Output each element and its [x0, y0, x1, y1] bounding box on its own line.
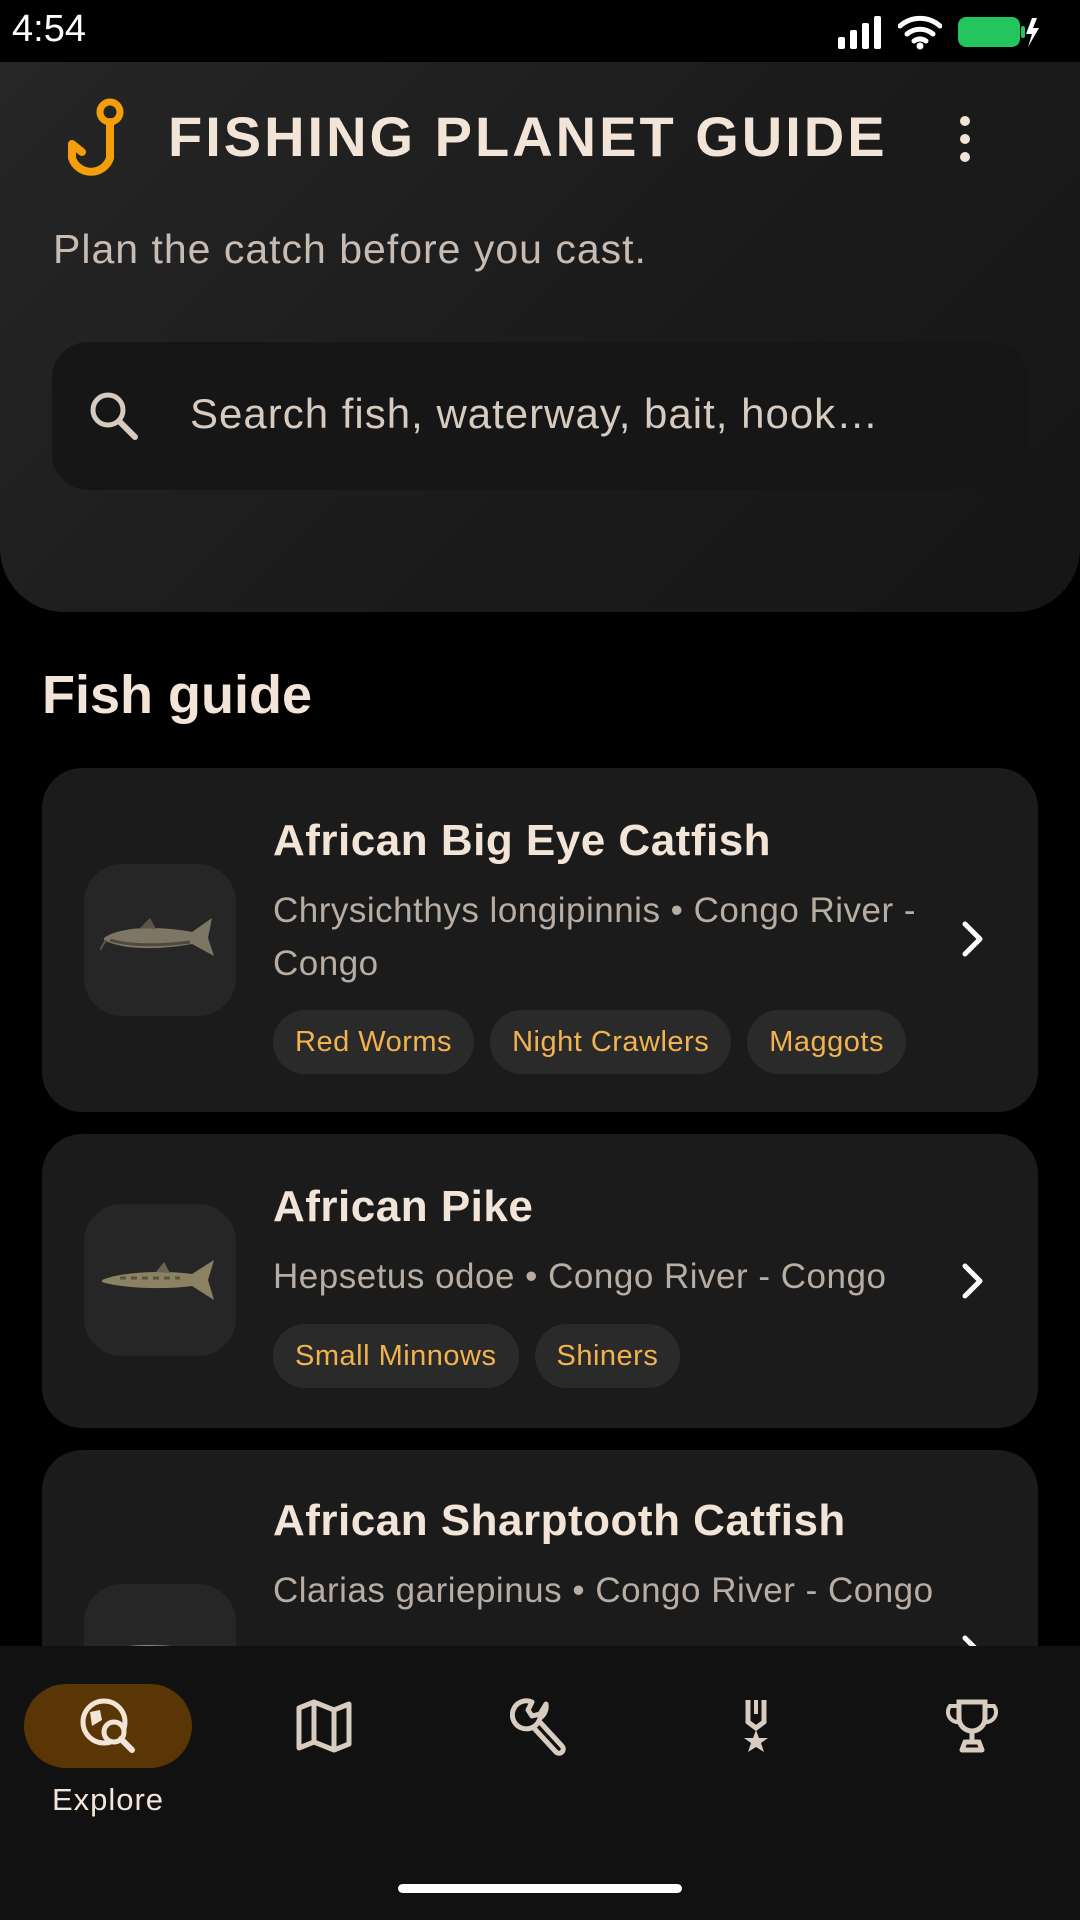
signal-icon: [838, 16, 881, 49]
fish-subtitle: Clarias gariepinus • Congo River - Congo: [273, 1571, 934, 1610]
wrench-icon: [510, 1698, 566, 1756]
fish-subtitle: Hepsetus odoe • Congo River - Congo: [273, 1257, 887, 1296]
medal-icon: [744, 1700, 768, 1752]
tagline: Plan the catch before you cast.: [53, 226, 647, 272]
fish-thumbnail: [84, 864, 236, 1016]
fish-thumbnail: [84, 1204, 236, 1356]
status-time: 4:54: [12, 8, 86, 50]
more-vertical-icon: [960, 116, 970, 126]
fish-card[interactable]: African Big Eye Catfish Chrysichthys lon…: [42, 768, 1038, 1112]
home-indicator[interactable]: [398, 1884, 682, 1893]
fish-name: African Pike: [273, 1182, 534, 1231]
fish-card[interactable]: African Pike Hepsetus odoe • Congo River…: [42, 1134, 1038, 1428]
bait-chip[interactable]: Small Minnows: [273, 1324, 519, 1388]
battery-charging-icon: [958, 17, 1039, 47]
bait-chips: Small Minnows Shiners: [273, 1324, 681, 1388]
search-input[interactable]: [190, 384, 990, 444]
bottom-navigation: Explore: [0, 1646, 1080, 1920]
bait-chip[interactable]: Shiners: [534, 1324, 681, 1388]
pike-image: [102, 1260, 214, 1300]
trophy-icon: [946, 1699, 998, 1753]
search-icon: [90, 392, 138, 440]
chevron-right-icon: [962, 1263, 983, 1299]
status-icons: [836, 12, 1040, 52]
chevron-right-icon: [962, 921, 983, 957]
wifi-icon: [898, 15, 942, 50]
nav-trophies[interactable]: [864, 1646, 1080, 1826]
status-bar: 4:54: [0, 0, 1080, 62]
catfish-image: [100, 918, 214, 956]
bait-chip[interactable]: Maggots: [747, 1010, 906, 1074]
nav-achievements[interactable]: [648, 1646, 864, 1826]
nav-explore[interactable]: Explore: [0, 1646, 216, 1826]
map-icon: [296, 1699, 352, 1753]
more-options-button[interactable]: [940, 104, 990, 174]
nav-map[interactable]: [216, 1646, 432, 1826]
fish-name: African Sharptooth Catfish: [273, 1496, 846, 1545]
fishing-hook-icon: [68, 98, 124, 176]
nav-tools[interactable]: [432, 1646, 648, 1826]
fish-subtitle: Chrysichthys longipinnis • Congo River -…: [273, 891, 917, 983]
section-title: Fish guide: [42, 665, 312, 725]
bait-chip[interactable]: Red Worms: [273, 1010, 475, 1074]
nav-label: Explore: [51, 1782, 165, 1817]
bait-chip[interactable]: Night Crawlers: [490, 1010, 732, 1074]
fish-name: African Big Eye Catfish: [273, 816, 772, 865]
bait-chips: Red Worms Night Crawlers Maggots: [273, 1010, 906, 1074]
app-title: FISHING PLANET GUIDE: [168, 105, 888, 168]
explore-search-icon: [80, 1698, 135, 1753]
